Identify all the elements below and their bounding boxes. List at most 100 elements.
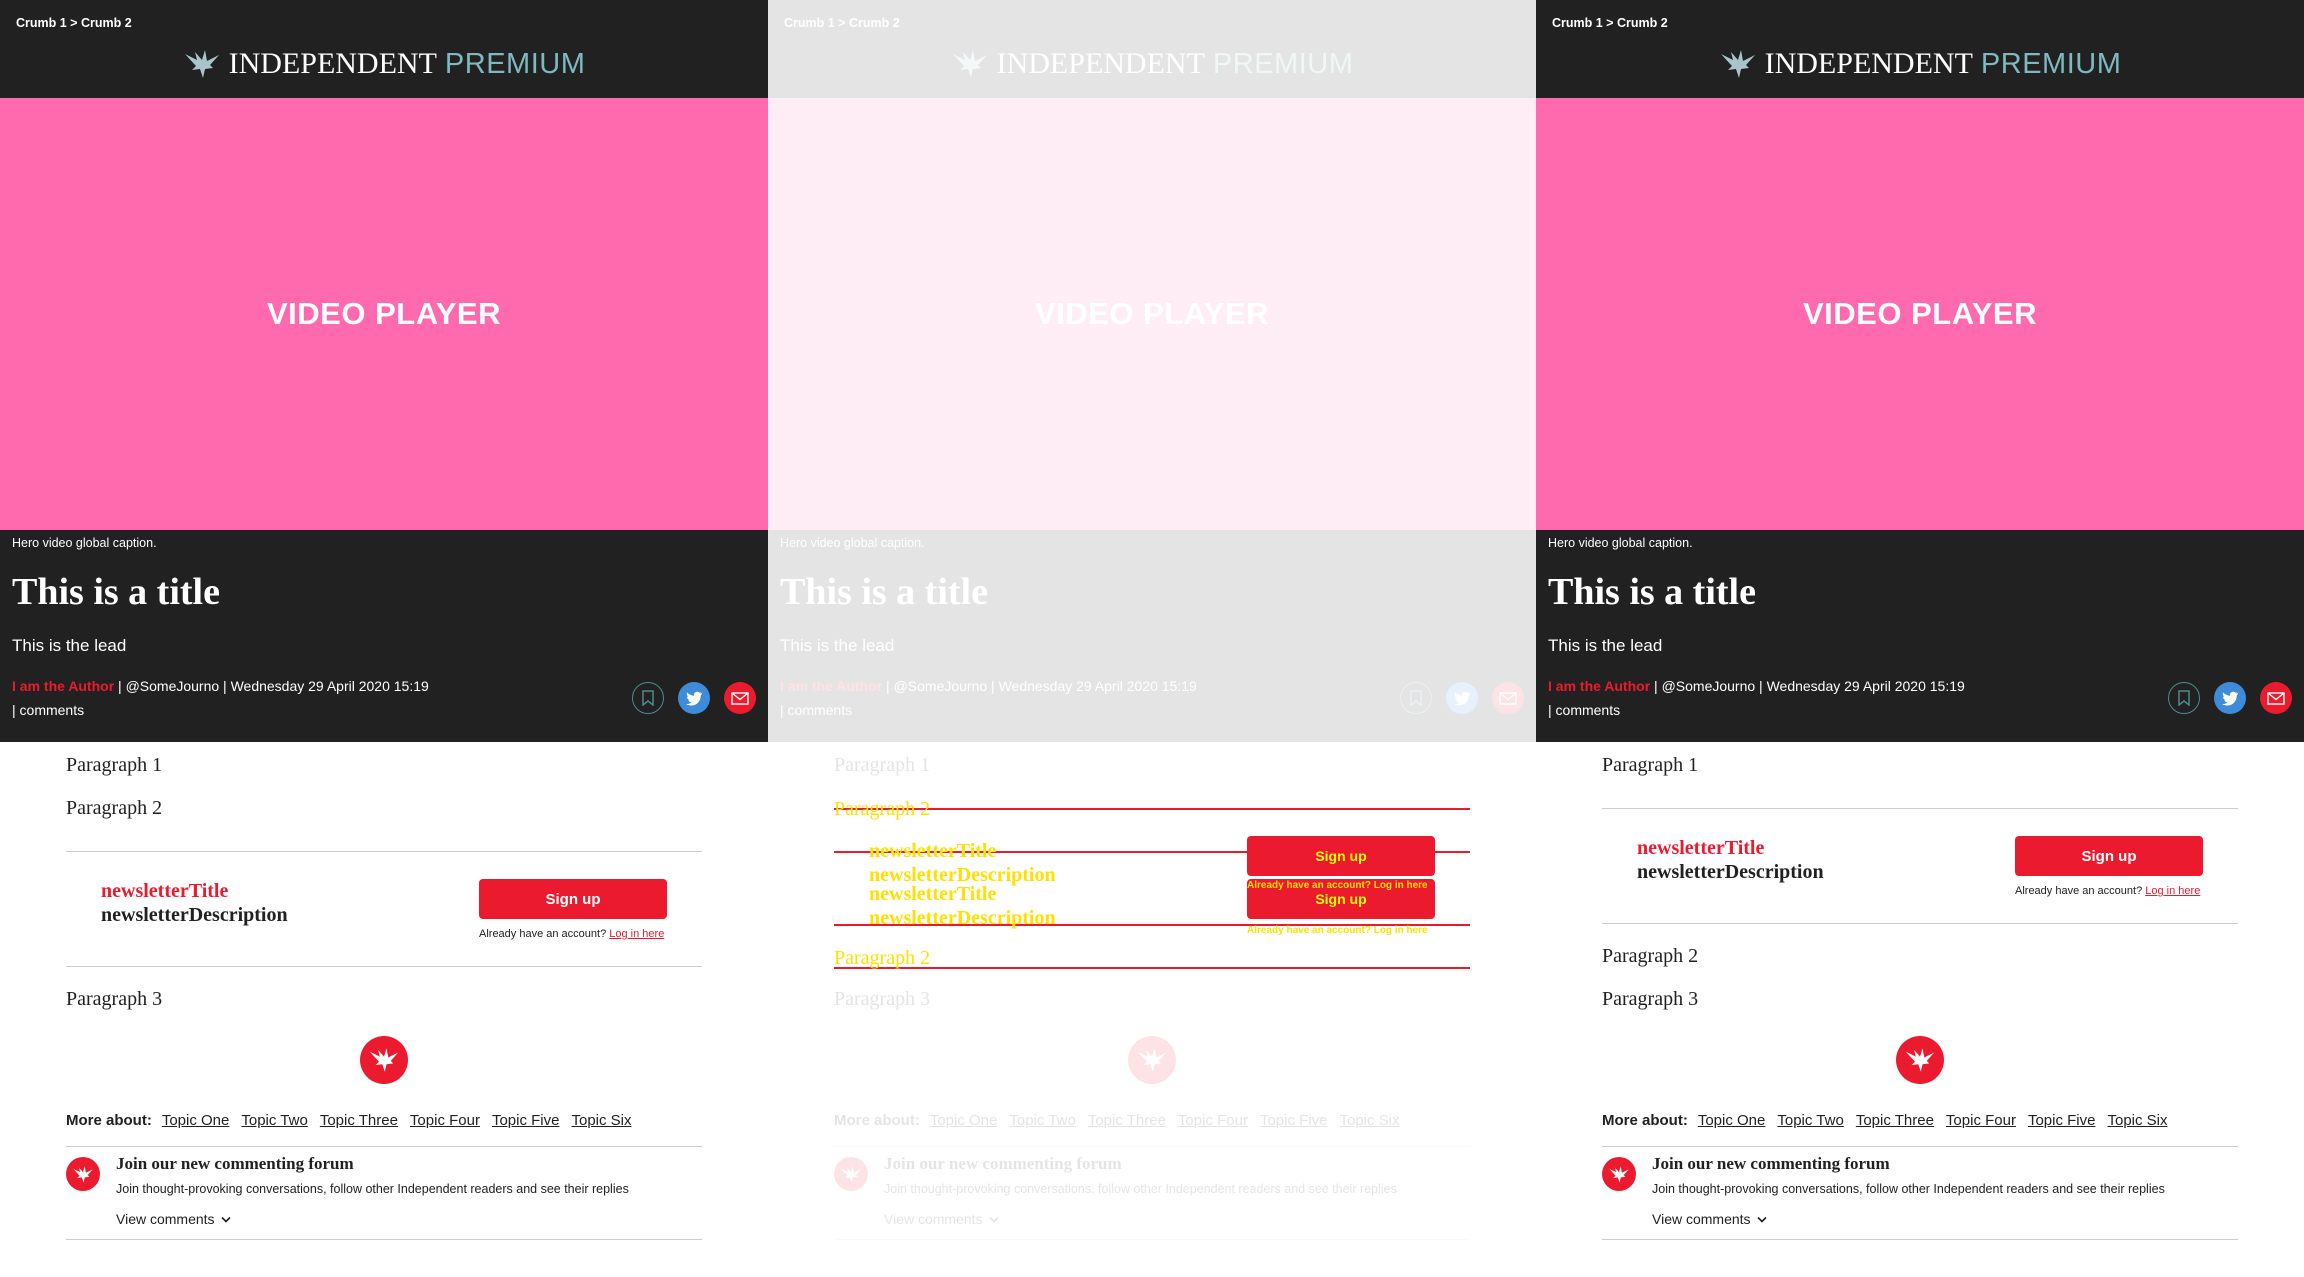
- author-link[interactable]: I am the Author: [1548, 678, 1650, 694]
- comments-title: Join our new commenting forum: [1652, 1154, 1890, 1173]
- breadcrumb[interactable]: Crumb 1 > Crumb 2: [784, 16, 900, 30]
- topic-link[interactable]: Topic Five: [1260, 1112, 1328, 1129]
- share-icons: [2168, 682, 2292, 714]
- independent-eagle-icon: [360, 1036, 408, 1084]
- more-about: More about: Topic One Topic Two Topic Th…: [66, 1112, 644, 1129]
- view-comments-button[interactable]: View comments: [1652, 1211, 1767, 1227]
- login-link[interactable]: Log in here: [2145, 885, 2200, 897]
- article-lead: This is the lead: [1548, 636, 1663, 655]
- independent-eagle-icon: [1896, 1036, 1944, 1084]
- twitter-icon[interactable]: [2214, 682, 2246, 714]
- topic-link[interactable]: Topic Four: [1178, 1112, 1248, 1129]
- eagle-logo-icon: [1719, 48, 1757, 80]
- topic-link[interactable]: Topic Six: [1339, 1112, 1399, 1129]
- comments-count[interactable]: | comments: [12, 702, 84, 718]
- account-prompt: Already have an account? Log in here: [479, 928, 664, 940]
- login-link[interactable]: Log in here: [1374, 925, 1428, 936]
- comments-title: Join our new commenting forum: [884, 1154, 1122, 1173]
- topic-link[interactable]: Topic One: [162, 1112, 230, 1129]
- view-comments-button[interactable]: View comments: [884, 1211, 999, 1227]
- topic-link[interactable]: Topic Three: [1088, 1112, 1166, 1129]
- topic-link[interactable]: Topic Three: [320, 1112, 398, 1129]
- twitter-icon[interactable]: [678, 682, 710, 714]
- topic-link[interactable]: Topic Four: [1946, 1112, 2016, 1129]
- article-variant-diff: Crumb 1 > Crumb 2 INDEPENDENT PREMIUM VI…: [768, 0, 1536, 1277]
- comments-count[interactable]: | comments: [1548, 702, 1620, 718]
- login-link[interactable]: Log in here: [609, 928, 664, 940]
- author-link[interactable]: I am the Author: [12, 678, 114, 694]
- more-about-label: More about:: [1602, 1112, 1688, 1129]
- login-link[interactable]: Log in here: [1374, 880, 1428, 891]
- bookmark-icon[interactable]: [2168, 682, 2200, 714]
- topic-link[interactable]: Topic Two: [1777, 1112, 1843, 1129]
- logo-premium: PREMIUM: [1212, 47, 1354, 80]
- topic-link[interactable]: Topic Three: [1856, 1112, 1934, 1129]
- comments-forum: Join our new commenting forum Join thoug…: [834, 1146, 1470, 1240]
- comments-logo-icon: [834, 1157, 868, 1191]
- video-player[interactable]: VIDEO PLAYER: [1536, 98, 2304, 530]
- bookmark-icon[interactable]: [632, 682, 664, 714]
- diff-paragraph-2: Paragraph 2: [834, 798, 931, 820]
- video-player[interactable]: VIDEO PLAYER: [768, 98, 1536, 530]
- article-lead: This is the lead: [12, 636, 127, 655]
- article-title: This is a title: [780, 571, 988, 613]
- logo-brand: INDEPENDENT: [228, 47, 437, 80]
- paragraph-2: Paragraph 2: [66, 797, 163, 819]
- view-comments-label: View comments: [116, 1211, 215, 1227]
- author-link[interactable]: I am the Author: [780, 678, 882, 694]
- site-logo[interactable]: INDEPENDENT PREMIUM: [0, 46, 768, 82]
- article-variant-right: Crumb 1 > Crumb 2 INDEPENDENT PREMIUM VI…: [1536, 0, 2304, 1277]
- article-variant-left: Crumb 1 > Crumb 2 INDEPENDENT PREMIUM VI…: [0, 0, 768, 1277]
- view-comments-label: View comments: [1652, 1211, 1751, 1227]
- diff-account-prompt: Already have an account? Log in here: [1247, 925, 1428, 936]
- logo-premium: PREMIUM: [1980, 47, 2122, 80]
- twitter-icon[interactable]: [1446, 682, 1478, 714]
- paragraph-3: Paragraph 3: [834, 988, 931, 1010]
- diff-signup-button[interactable]: Sign up: [1247, 836, 1435, 876]
- video-player-label: VIDEO PLAYER: [1035, 296, 1269, 331]
- hero-caption: Hero video global caption.: [12, 536, 157, 550]
- video-player[interactable]: VIDEO PLAYER: [0, 98, 768, 530]
- topic-link[interactable]: Topic One: [930, 1112, 998, 1129]
- email-icon[interactable]: [1492, 682, 1524, 714]
- account-text: Already have an account?: [1247, 880, 1371, 891]
- diff-paragraph-2: Paragraph 2: [834, 947, 931, 969]
- topic-link[interactable]: Topic Six: [571, 1112, 631, 1129]
- topic-link[interactable]: Topic Two: [1009, 1112, 1075, 1129]
- breadcrumb[interactable]: Crumb 1 > Crumb 2: [1552, 16, 1668, 30]
- signup-button[interactable]: Sign up: [479, 879, 667, 919]
- diff-newsletter-title: newsletterTitle: [869, 883, 997, 905]
- topic-link[interactable]: Topic Five: [492, 1112, 560, 1129]
- article-hero: Hero video global caption. This is a tit…: [1536, 530, 2304, 742]
- hero-caption: Hero video global caption.: [780, 536, 925, 550]
- newsletter-signup: newsletterTitle newsletterDescription Si…: [66, 851, 702, 967]
- topic-link[interactable]: Topic Two: [241, 1112, 307, 1129]
- site-logo[interactable]: INDEPENDENT PREMIUM: [768, 46, 1536, 82]
- site-logo[interactable]: INDEPENDENT PREMIUM: [1536, 46, 2304, 82]
- comments-description: Join thought-provoking conversations, fo…: [884, 1182, 1397, 1196]
- newsletter-title: newsletterTitle: [1637, 837, 1765, 859]
- article-title: This is a title: [1548, 571, 1756, 613]
- comments-logo-icon: [66, 1157, 100, 1191]
- breadcrumb[interactable]: Crumb 1 > Crumb 2: [16, 16, 132, 30]
- topic-link[interactable]: Topic One: [1698, 1112, 1766, 1129]
- comments-description: Join thought-provoking conversations, fo…: [1652, 1182, 2165, 1196]
- comments-count[interactable]: | comments: [780, 702, 852, 718]
- topic-link[interactable]: Topic Six: [2107, 1112, 2167, 1129]
- more-about: More about: Topic One Topic Two Topic Th…: [834, 1112, 1412, 1129]
- view-comments-button[interactable]: View comments: [116, 1211, 231, 1227]
- email-icon[interactable]: [2260, 682, 2292, 714]
- paragraph-1: Paragraph 1: [1602, 754, 1699, 776]
- article-hero: Hero video global caption. This is a tit…: [0, 530, 768, 742]
- email-icon[interactable]: [724, 682, 756, 714]
- signup-button[interactable]: Sign up: [2015, 836, 2203, 876]
- account-text: Already have an account?: [1247, 925, 1371, 936]
- comments-forum: Join our new commenting forum Join thoug…: [66, 1146, 702, 1240]
- paragraph-2: Paragraph 2: [1602, 945, 1699, 967]
- article-hero: Hero video global caption. This is a tit…: [768, 530, 1536, 742]
- bookmark-icon[interactable]: [1400, 682, 1432, 714]
- topic-link[interactable]: Topic Four: [410, 1112, 480, 1129]
- newsletter-title: newsletterTitle: [101, 880, 229, 902]
- more-about-label: More about:: [66, 1112, 152, 1129]
- topic-link[interactable]: Topic Five: [2028, 1112, 2096, 1129]
